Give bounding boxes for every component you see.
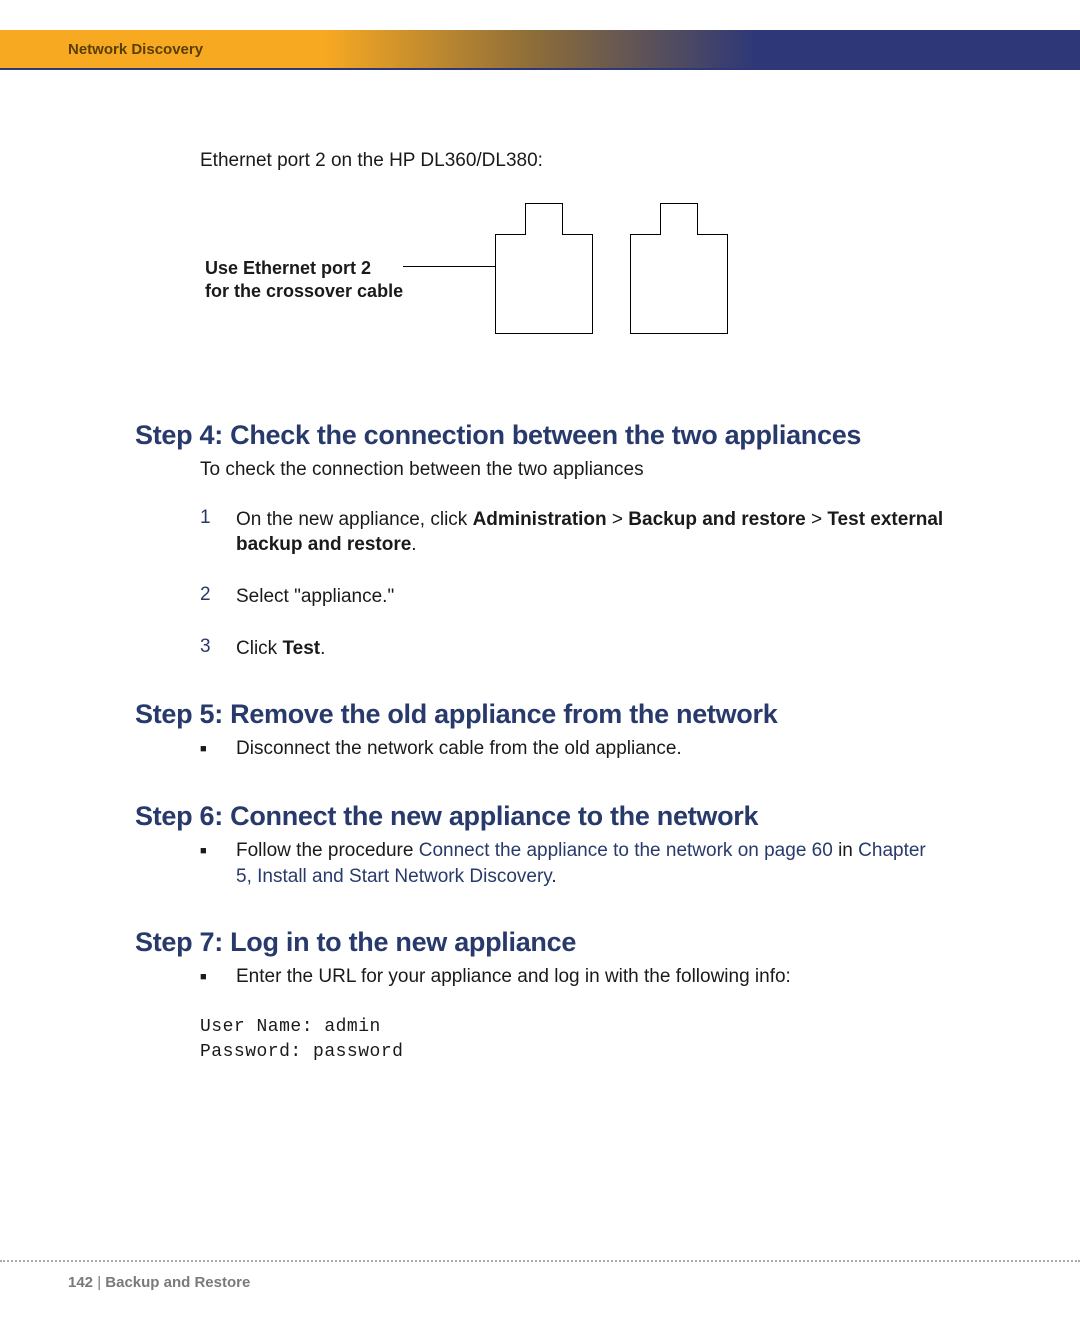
page-header: Network Discovery	[0, 30, 1080, 70]
item-number: 2	[200, 584, 214, 610]
leader-line	[403, 266, 495, 267]
username-line: User Name: admin	[200, 1015, 945, 1039]
bullet-icon: ■	[200, 838, 214, 889]
step4-list: 1 On the new appliance, click Administra…	[200, 507, 945, 662]
item-text: On the new appliance, click Administrati…	[236, 507, 945, 558]
list-item: 3 Click Test.	[200, 636, 945, 662]
diagram-label: Use Ethernet port 2 for the crossover ca…	[205, 257, 403, 304]
header-title: Network Discovery	[68, 41, 203, 58]
step6-heading: Step 6: Connect the new appliance to the…	[135, 801, 945, 832]
item-text: Enter the URL for your appliance and log…	[236, 964, 945, 991]
chapter-name: Backup and Restore	[105, 1274, 250, 1291]
step5-list: ■ Disconnect the network cable from the …	[200, 736, 945, 763]
item-number: 1	[200, 507, 214, 558]
step5-heading: Step 5: Remove the old appliance from th…	[135, 699, 945, 730]
step7-heading: Step 7: Log in to the new appliance	[135, 927, 945, 958]
bullet-icon: ■	[200, 964, 214, 991]
diagram-label-line2: for the crossover cable	[205, 281, 403, 301]
ethernet-port-icon	[495, 234, 593, 334]
step4-heading: Step 4: Check the connection between the…	[135, 420, 945, 451]
step4-para: To check the connection between the two …	[200, 457, 945, 483]
step6-list: ■ Follow the procedure Connect the appli…	[200, 838, 945, 889]
intro-text: Ethernet port 2 on the HP DL360/DL380:	[200, 150, 945, 172]
page-footer: 142 | Backup and Restore	[0, 1260, 1080, 1326]
item-text: Select "appliance."	[236, 584, 945, 610]
item-text: Disconnect the network cable from the ol…	[236, 736, 945, 763]
port-diagram: Use Ethernet port 2 for the crossover ca…	[205, 202, 945, 362]
step7-list: ■ Enter the URL for your appliance and l…	[200, 964, 945, 991]
diagram-label-line1: Use Ethernet port 2	[205, 258, 371, 278]
ethernet-port-icon	[630, 234, 728, 334]
list-item: ■ Follow the procedure Connect the appli…	[200, 838, 945, 889]
password-line: Password: password	[200, 1040, 945, 1064]
credentials-block: User Name: admin Password: password	[200, 1015, 945, 1064]
list-item: ■ Disconnect the network cable from the …	[200, 736, 945, 763]
list-item: ■ Enter the URL for your appliance and l…	[200, 964, 945, 991]
page-number: 142	[68, 1274, 93, 1291]
list-item: 2 Select "appliance."	[200, 584, 945, 610]
item-number: 3	[200, 636, 214, 662]
cross-ref-link[interactable]: Connect the appliance to the network on …	[419, 840, 833, 861]
bullet-icon: ■	[200, 736, 214, 763]
item-text: Click Test.	[236, 636, 945, 662]
list-item: 1 On the new appliance, click Administra…	[200, 507, 945, 558]
page-content: Ethernet port 2 on the HP DL360/DL380: U…	[0, 70, 1080, 1064]
footer-sep: |	[93, 1274, 105, 1291]
item-text: Follow the procedure Connect the applian…	[236, 838, 945, 889]
